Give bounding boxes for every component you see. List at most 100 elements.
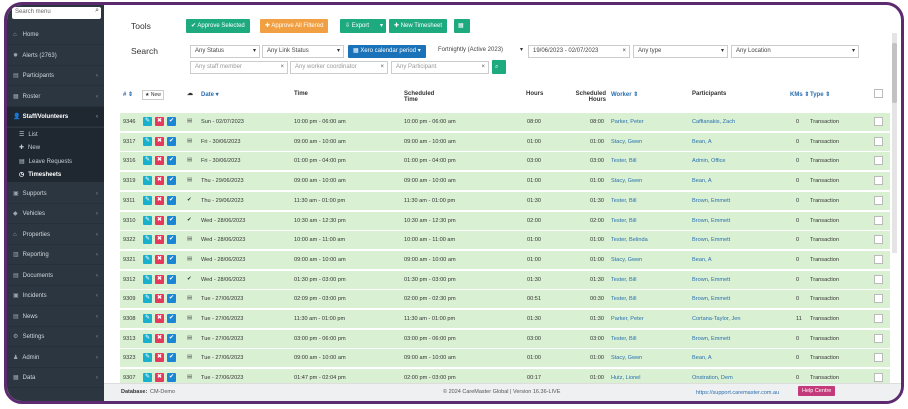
approve-icon[interactable]: ✔ (167, 176, 176, 186)
col-id[interactable]: # ⇕ (123, 91, 133, 98)
sidebar-subitem-timesheets[interactable]: ◷ Timesheets (7, 168, 104, 182)
help-centre-button[interactable]: Help Centre (798, 386, 836, 396)
sidebar-item-incidents[interactable]: ▣ Incidents ‹ (7, 286, 104, 306)
delete-icon[interactable]: ✖ (155, 333, 164, 343)
sidebar-item-data[interactable]: ▦ Data ‹ (7, 368, 104, 388)
search-button[interactable]: ⌕ (492, 60, 506, 74)
export-button[interactable]: ⇩ Export ▾ (340, 19, 386, 33)
delete-icon[interactable]: ✖ (155, 235, 164, 245)
row-checkbox[interactable] (874, 117, 883, 126)
row-participant-link[interactable]: Bean, A (692, 355, 712, 361)
edit-icon[interactable]: ✎ (143, 117, 152, 126)
sidebar-item-home[interactable]: ⌂ Home (7, 25, 104, 45)
delete-icon[interactable]: ✖ (155, 215, 164, 225)
delete-icon[interactable]: ✖ (155, 353, 164, 363)
delete-icon[interactable]: ✖ (155, 195, 164, 205)
row-worker-link[interactable]: Tester, Bill (611, 336, 637, 342)
table-row[interactable]: 9313 ✎ ✖ ✔ ▤ Tue - 27/06/2023 03:00 pm - 06:00… (120, 329, 890, 349)
edit-icon[interactable]: ✎ (143, 373, 152, 383)
table-row[interactable]: 9322 ✎ ✖ ✔ ▤ Wed - 28/06/2023 10:00 am - 11:00… (120, 231, 890, 251)
delete-icon[interactable]: ✖ (155, 156, 164, 166)
table-row[interactable]: 9317 ✎ ✖ ✔ ▤ Fri - 30/06/2023 09:00 am - 10:00… (120, 132, 890, 152)
table-row[interactable]: 9319 ✎ ✖ ✔ ▤ Thu - 29/06/2023 09:00 am - 10:00… (120, 172, 890, 192)
sidebar-item-settings[interactable]: ⚙ Settings ‹ (7, 327, 104, 347)
delete-icon[interactable]: ✖ (155, 254, 164, 264)
close-icon[interactable]: × (280, 62, 284, 73)
edit-icon[interactable]: ✎ (143, 176, 152, 186)
row-checkbox[interactable] (874, 353, 883, 363)
row-worker-link[interactable]: Tester, Bill (611, 198, 637, 204)
approve-icon[interactable]: ✔ (167, 254, 176, 264)
new-filter-button[interactable]: ★ New (142, 90, 164, 100)
edit-icon[interactable]: ✎ (143, 353, 152, 363)
table-row[interactable]: 9309 ✎ ✖ ✔ ▤ Tue - 27/06/2023 02:09 pm - 03:00… (120, 290, 890, 310)
table-row[interactable]: 9312 ✎ ✖ ✔ ✔ Wed - 28/06/2023 01:30 pm - 03:00… (120, 270, 890, 290)
col-worker[interactable]: Worker ⇕ (611, 91, 638, 98)
scrollbar-thumb[interactable] (892, 43, 897, 103)
location-select[interactable]: Any Location ▾ (731, 45, 859, 58)
row-worker-link[interactable]: Tester, Bill (611, 296, 637, 302)
approve-icon[interactable]: ✔ (167, 156, 176, 166)
approve-icon[interactable]: ✔ (167, 136, 176, 146)
approve-icon[interactable]: ✔ (167, 353, 176, 363)
type-select[interactable]: Any type ▾ (633, 45, 728, 58)
row-participant-link[interactable]: Brown, Emmett (692, 198, 730, 204)
table-row[interactable]: 9346 ✎ ✖ ✔ ▤ Sun - 02/07/2023 10:00 pm - 06:00… (120, 113, 890, 132)
row-participant-link[interactable]: Brown, Emmett (692, 277, 730, 283)
sidebar-item-vehicles[interactable]: ◆ Vehicles ‹ (7, 204, 104, 224)
table-row[interactable]: 9310 ✎ ✖ ✔ ✔ Wed - 28/06/2023 10:30 am - 12:30… (120, 211, 890, 231)
row-worker-link[interactable]: Parker, Peter (611, 316, 644, 322)
link-status-select[interactable]: Any Link Status ▾ (262, 45, 344, 58)
col-type[interactable]: Type ⇕ (810, 91, 830, 98)
sidebar-subitem-leave-requests[interactable]: ▤ Leave Requests (7, 154, 104, 169)
row-checkbox[interactable] (874, 136, 883, 146)
approve-icon[interactable]: ✔ (167, 215, 176, 225)
edit-icon[interactable]: ✎ (143, 136, 152, 146)
row-checkbox[interactable] (874, 254, 883, 264)
sidebar-item-admin[interactable]: ♟ Admin ‹ (7, 348, 104, 368)
row-participant-link[interactable]: Brown, Emmett (692, 296, 730, 302)
edit-icon[interactable]: ✎ (143, 314, 152, 323)
status-select[interactable]: Any Status ▾ (190, 45, 260, 58)
row-participant-link[interactable]: Brown, Emmett (692, 237, 730, 243)
delete-icon[interactable]: ✖ (155, 117, 164, 126)
sidebar-item-reporting[interactable]: ▥ Reporting ‹ (7, 245, 104, 265)
close-icon[interactable]: × (622, 46, 626, 57)
delete-icon[interactable]: ✖ (155, 274, 164, 284)
support-link[interactable]: https://support.caremaster.com.au (696, 390, 779, 396)
new-timesheet-button[interactable]: ✚ New Timesheet (389, 19, 448, 33)
row-checkbox[interactable] (874, 333, 883, 343)
table-row[interactable]: 9308 ✎ ✖ ✔ ▤ Tue - 27/06/2023 11:30 am - 01:00… (120, 310, 890, 329)
approve-icon[interactable]: ✔ (167, 274, 176, 284)
edit-icon[interactable]: ✎ (143, 274, 152, 284)
sidebar-item-properties[interactable]: ⌂ Properties ‹ (7, 225, 104, 245)
search-icon[interactable]: ⌕ (95, 7, 99, 15)
row-worker-link[interactable]: Tester, Bill (611, 158, 637, 164)
edit-icon[interactable]: ✎ (143, 215, 152, 225)
row-participant-link[interactable]: Cortana-Taylor, Jen (692, 316, 741, 322)
approve-selected-button[interactable]: ✔ Approve Selected (186, 19, 250, 33)
row-worker-link[interactable]: Stacy, Gwen (611, 178, 642, 184)
sidebar-item-alerts[interactable]: ✹ Alerts (2763) (7, 46, 104, 66)
sidebar-item-staff-volunteers[interactable]: 👤 Staff/Volunteers ‹ (7, 107, 104, 127)
row-worker-link[interactable]: Stacy, Gwen (611, 257, 642, 263)
row-participant-link[interactable]: Brown, Emmett (692, 218, 730, 224)
delete-icon[interactable]: ✖ (155, 373, 164, 383)
close-icon[interactable]: × (481, 62, 485, 73)
sidebar-item-news[interactable]: ▤ News ‹ (7, 307, 104, 327)
row-checkbox[interactable] (874, 235, 883, 245)
select-all-checkbox[interactable] (874, 89, 883, 98)
edit-icon[interactable]: ✎ (143, 235, 152, 245)
row-worker-link[interactable]: Tester, Bill (611, 277, 637, 283)
xero-calendar-button[interactable]: ▦ Xero calendar period ▾ (348, 45, 426, 58)
delete-icon[interactable]: ✖ (155, 136, 164, 146)
row-participant-link[interactable]: Onstration, Dem (692, 375, 733, 381)
sidebar-subitem-new[interactable]: ✚ New (7, 141, 104, 155)
row-worker-link[interactable]: Tester, Belinda (611, 237, 648, 243)
scrollbar[interactable] (892, 33, 897, 253)
delete-icon[interactable]: ✖ (155, 314, 164, 323)
row-checkbox[interactable] (874, 215, 883, 225)
row-participant-link[interactable]: Bean, A (692, 257, 712, 263)
col-date[interactable]: Date ▾ (201, 91, 219, 98)
approve-all-filtered-button[interactable]: ✚ Approve All Filtered (260, 19, 329, 33)
